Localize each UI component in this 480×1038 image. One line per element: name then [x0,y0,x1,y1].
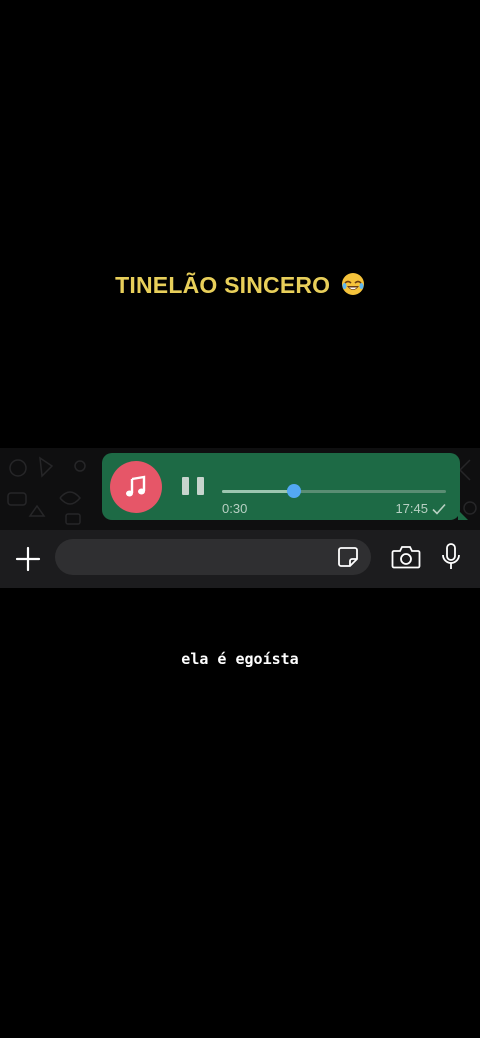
audio-scrubber-knob[interactable] [286,484,301,498]
audio-progress-track[interactable] [222,484,446,498]
laughing-emoji-icon [341,272,365,302]
top-caption-text: TINELÃO SINCERO [115,272,331,298]
audio-avatar [110,461,162,513]
chat-area: 0:30 17:45 [0,448,480,530]
camera-icon[interactable] [391,544,421,570]
bubble-tail [458,510,468,520]
plus-icon[interactable] [14,545,42,573]
pause-button[interactable] [182,477,204,499]
top-caption: TINELÃO SINCERO [0,272,480,302]
pause-icon-bar-right [197,477,204,495]
message-input-bar [0,530,480,588]
pause-icon-bar-left [182,477,189,495]
message-input-field[interactable] [55,539,371,575]
sticker-icon[interactable] [337,546,359,568]
single-check-icon [432,503,446,515]
bottom-caption: ela é egoísta [181,650,299,668]
voice-message-bubble[interactable]: 0:30 17:45 [102,453,468,520]
audio-progress-fill [222,490,294,493]
message-timestamp: 17:45 [395,501,428,516]
microphone-icon[interactable] [440,542,462,572]
message-timestamp-group: 17:45 [395,501,446,516]
music-note-icon [126,475,146,497]
audio-elapsed-time: 0:30 [222,501,248,516]
